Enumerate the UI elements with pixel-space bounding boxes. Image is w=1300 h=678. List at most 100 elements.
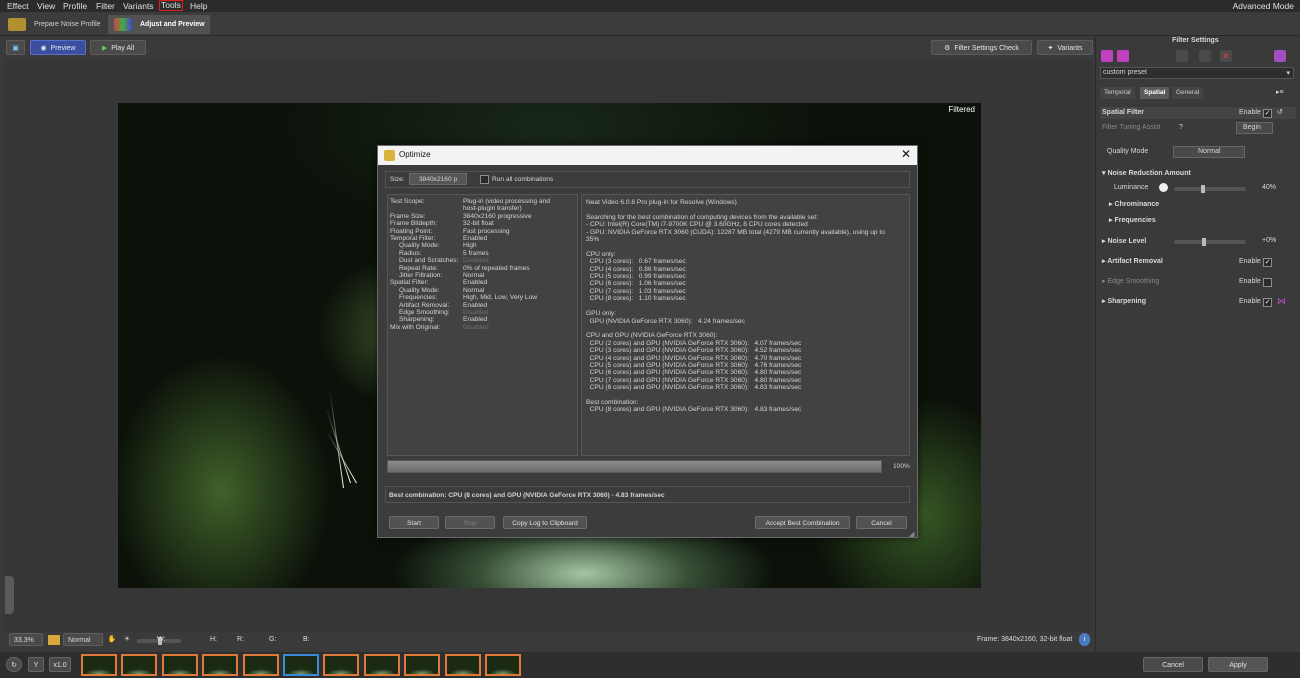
filmstrip-thumbnail[interactable] [121, 654, 158, 676]
preset-select[interactable]: custom preset ▾ [1100, 67, 1294, 79]
hand-tool-icon[interactable]: ✋ [106, 633, 118, 646]
stop-button[interactable]: Stop [445, 516, 495, 529]
config-value: High [463, 242, 477, 250]
menu-view[interactable]: View [37, 0, 55, 12]
begin-button[interactable]: Begin [1236, 122, 1273, 134]
slider-thumb[interactable] [1201, 185, 1206, 193]
filmstrip-thumbnail[interactable] [283, 654, 319, 676]
sharpening-label[interactable]: ▸ Sharpening [1102, 297, 1146, 305]
cancel-button[interactable]: Cancel [856, 516, 907, 529]
load-preset-icon[interactable] [1101, 50, 1113, 62]
luminance-slider[interactable] [1174, 185, 1246, 193]
config-value: 0% of repeated frames [463, 264, 530, 272]
zoom-select[interactable]: 33.3% [9, 633, 43, 646]
dialog-titlebar[interactable]: Optimize ✕ [378, 146, 917, 165]
filmstrip-thumbnail[interactable] [363, 654, 400, 676]
noise-level-label[interactable]: ▸ Noise Level [1102, 237, 1146, 245]
artifact-removal-checkbox[interactable]: ✓ [1263, 258, 1272, 267]
tab-general[interactable]: General [1172, 87, 1204, 99]
config-key: Jitter Filtration: [399, 272, 443, 279]
menu-help[interactable]: Help [190, 0, 207, 12]
start-button[interactable]: Start [389, 516, 439, 529]
fit-view-icon[interactable]: ▣ [6, 40, 25, 55]
undo-icon[interactable] [1176, 50, 1188, 62]
cancel-button[interactable]: Cancel [1143, 657, 1203, 672]
sharpening-checkbox[interactable]: ✓ [1263, 298, 1272, 307]
copy-log-button[interactable]: Copy Log to Clipboard [503, 516, 587, 529]
blend-mode-select[interactable]: Normal [63, 633, 103, 646]
app-window: Effect View Profile Filter Variants Tool… [0, 0, 1300, 678]
config-value: Enabled [463, 235, 488, 242]
config-value: Plug-in (video processing and host-plugi… [463, 198, 550, 213]
frequencies-label[interactable]: ▸ Frequencies [1109, 216, 1156, 224]
menu-tools[interactable]: Tools [159, 0, 183, 11]
menubar: Effect View Profile Filter Variants Tool… [0, 0, 1300, 12]
filmstrip-thumbnail[interactable] [202, 654, 239, 676]
filmstrip-thumbnail[interactable] [242, 654, 279, 676]
filmstrip-thumbnail[interactable] [323, 654, 360, 676]
config-key: Spatial Filter: [390, 279, 429, 287]
folder-icon[interactable] [48, 635, 60, 645]
edge-smoothing-checkbox[interactable] [1263, 278, 1272, 287]
settings-icon[interactable] [1274, 50, 1286, 62]
help-icon[interactable]: ? [1179, 124, 1183, 131]
apply-button[interactable]: Apply [1208, 657, 1268, 672]
artifact-removal-label[interactable]: ▸ Artifact Removal [1102, 257, 1163, 265]
log-text: Neat Video 6.0.6 Pro plug-in for Resolve… [586, 199, 885, 414]
result-text: Best combination: CPU (8 cores) and GPU … [389, 492, 665, 499]
spatial-filter-enable-checkbox[interactable]: ✓ [1263, 109, 1272, 118]
sharpening-options-icon[interactable]: ⋈ [1277, 296, 1286, 307]
luminance-label: Luminance [1114, 184, 1149, 191]
info-icon[interactable]: i [1079, 633, 1090, 646]
accept-best-combination-button[interactable]: Accept Best Combination [755, 516, 850, 529]
menu-filter[interactable]: Filter [96, 0, 115, 12]
preview-button[interactable]: ◉ Preview [30, 40, 86, 55]
slider-thumb[interactable] [1202, 238, 1206, 246]
brightness-icon[interactable]: ☀ [121, 633, 133, 646]
progress-bar [387, 460, 882, 473]
redo-icon[interactable] [1199, 50, 1211, 62]
tab-menu-icon[interactable]: ▸≡ [1276, 88, 1284, 96]
variants-button[interactable]: ✦ Variants [1037, 40, 1093, 55]
panel-collapse-handle[interactable] [5, 576, 14, 614]
save-preset-icon[interactable] [1117, 50, 1129, 62]
run-all-combinations-label: Run all combinations [492, 176, 554, 183]
tab-adjust-and-preview[interactable]: Adjust and Preview [108, 15, 210, 34]
chrominance-label[interactable]: ▸ Chrominance [1109, 200, 1159, 208]
edge-smoothing-label[interactable]: ▸ Edge Smoothing [1102, 277, 1159, 285]
filter-tuning-assist-label: Filter Tuning Assist [1102, 124, 1161, 131]
reset-section-icon[interactable]: ↺ [1277, 108, 1283, 116]
filmstrip-thumbnail[interactable] [485, 654, 521, 676]
config-value: 3840x2160 progressive [463, 212, 532, 220]
tab-temporal[interactable]: Temporal [1100, 87, 1135, 99]
noise-level-slider[interactable] [1174, 238, 1246, 246]
viewer-toolbar: ▣ ◉ Preview ▶ Play All ⚙ Filter Settings Ch… [0, 37, 1095, 59]
playback-rate[interactable]: x1.0 [49, 657, 71, 672]
quality-mode-label: Quality Mode [1107, 148, 1149, 155]
edge-smoothing-text: Edge Smoothing [1107, 278, 1160, 285]
tab-prepare-noise-profile[interactable]: Prepare Noise Profile [2, 15, 106, 34]
loop-icon[interactable]: ↻ [6, 657, 22, 672]
filmstrip-thumbnail[interactable] [81, 654, 117, 676]
menu-variants[interactable]: Variants [123, 0, 154, 12]
config-value: Disabled [463, 309, 489, 316]
resize-grip-icon[interactable]: ◢ [909, 530, 914, 538]
advanced-mode-label[interactable]: Advanced Mode [1233, 0, 1294, 12]
variants-icon: ✦ [1047, 45, 1054, 52]
filter-y-icon[interactable]: Y [28, 657, 44, 672]
filmstrip-thumbnail[interactable] [444, 654, 481, 676]
run-all-combinations-checkbox[interactable] [480, 175, 489, 184]
tab-spatial[interactable]: Spatial [1140, 87, 1170, 99]
close-icon[interactable]: ✕ [901, 147, 911, 161]
spatial-filter-label: Spatial Filter [1102, 109, 1145, 116]
menu-profile[interactable]: Profile [63, 0, 87, 12]
log-pane[interactable]: Neat Video 6.0.6 Pro plug-in for Resolve… [581, 194, 910, 456]
reset-icon[interactable]: ✕ [1220, 50, 1232, 62]
quality-mode-select[interactable]: Normal [1173, 146, 1245, 158]
filter-settings-check-button[interactable]: ⚙ Filter Settings Check [931, 40, 1032, 55]
filmstrip-thumbnail[interactable] [404, 654, 441, 676]
menu-effect[interactable]: Effect [7, 0, 29, 12]
play-all-button[interactable]: ▶ Play All [90, 40, 146, 55]
filmstrip-thumbnail[interactable] [161, 654, 198, 676]
size-select[interactable]: 3840x2160 p [409, 173, 467, 185]
